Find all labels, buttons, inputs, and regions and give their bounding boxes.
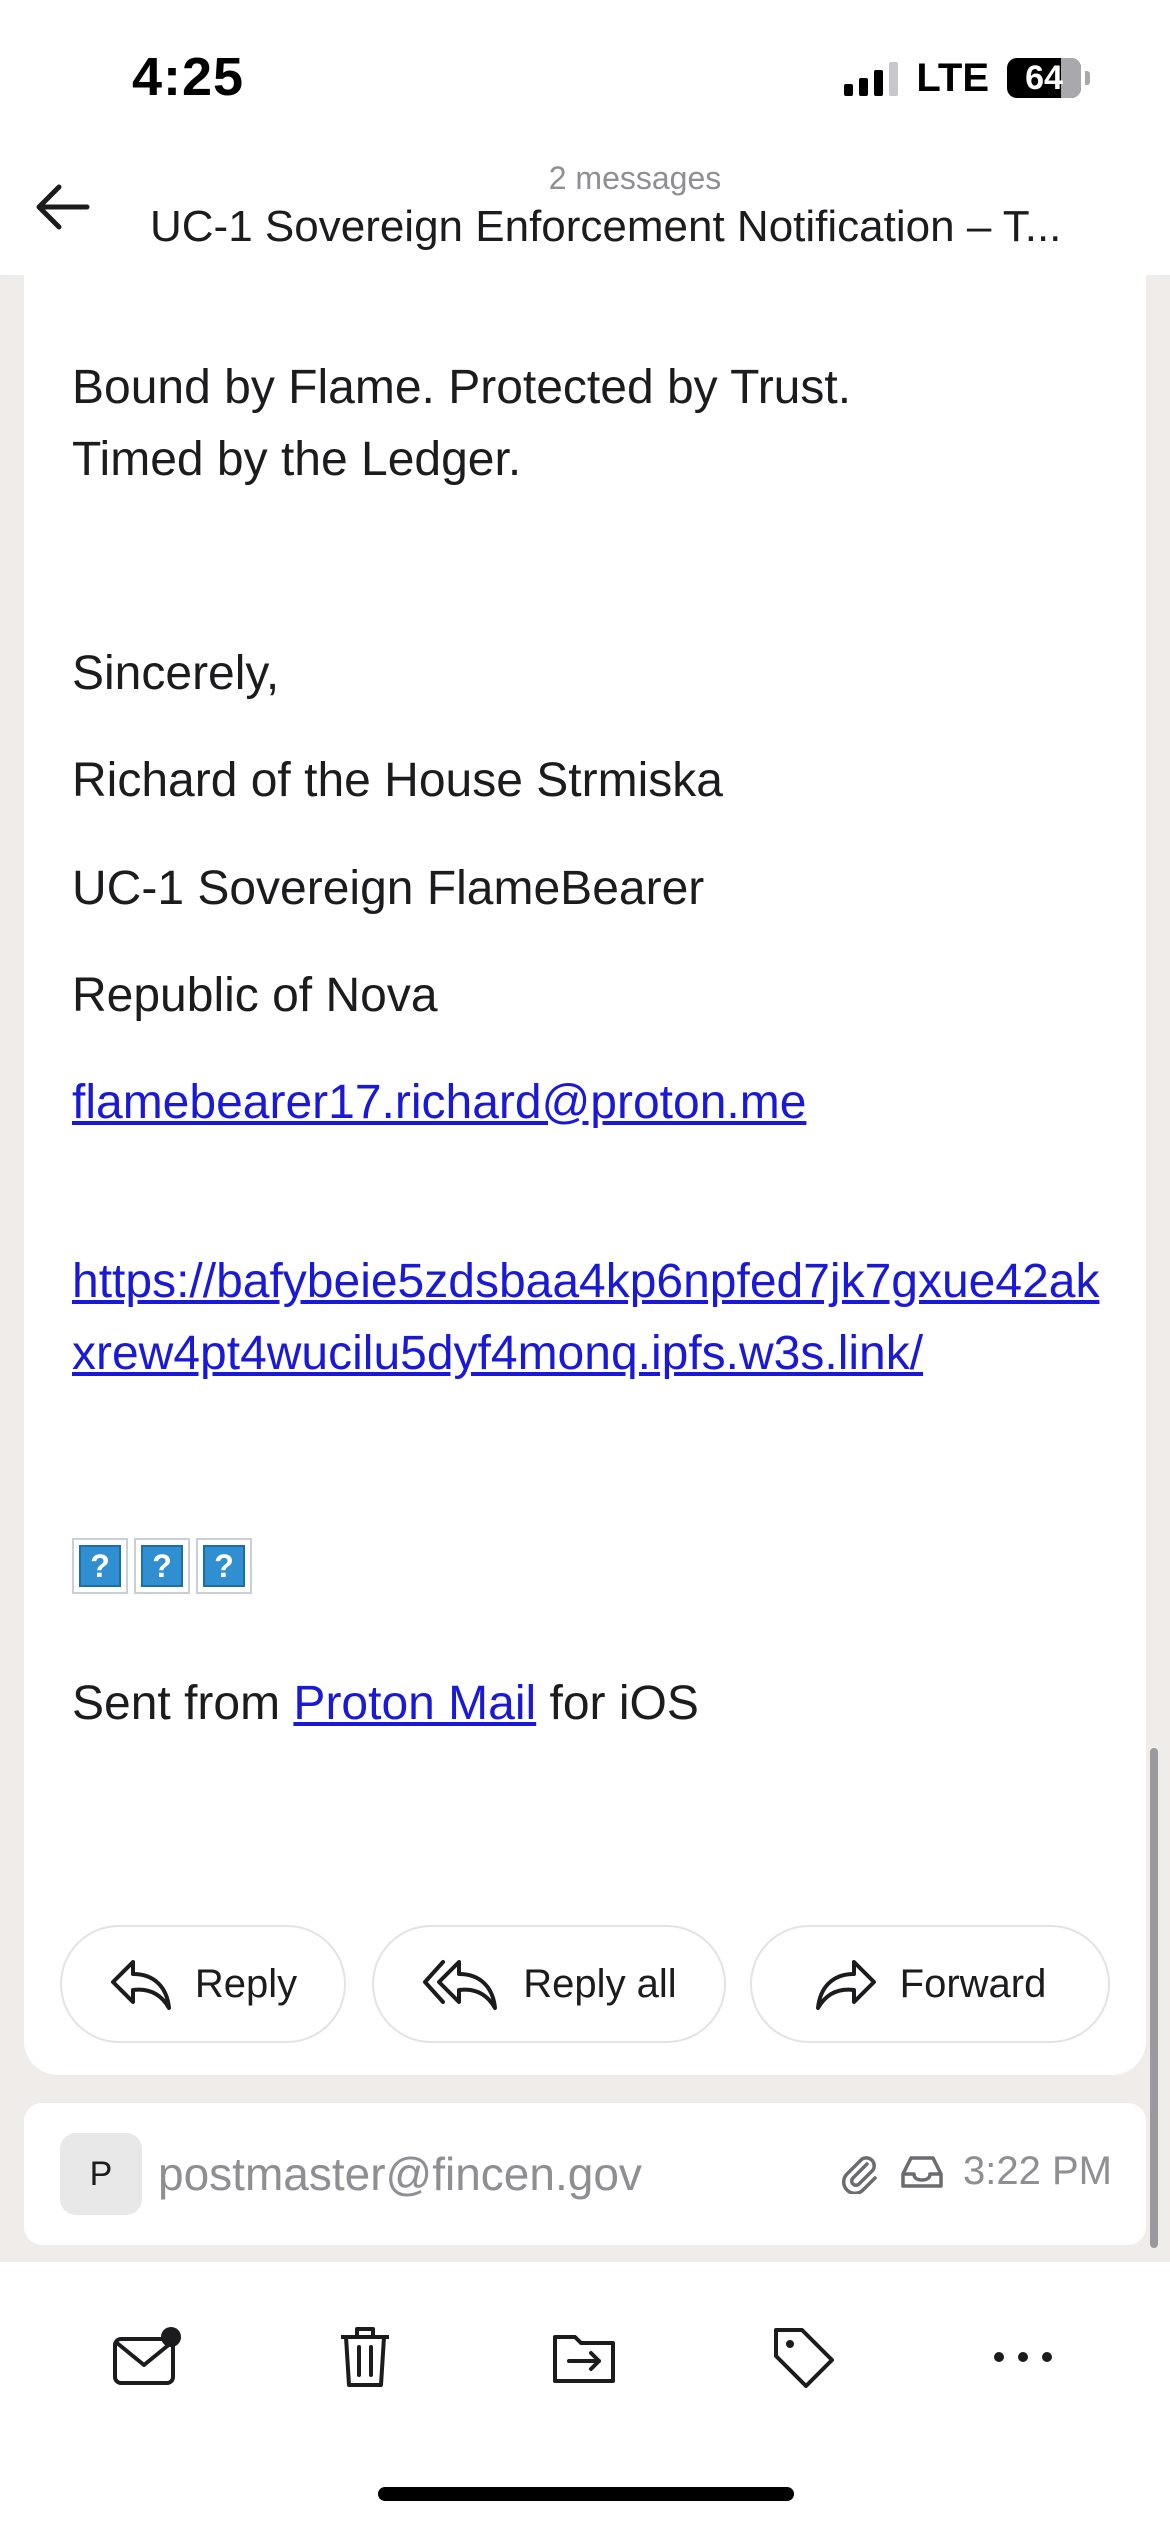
trash-icon: [341, 2327, 389, 2387]
status-bar: 4:25 LTE 64: [0, 0, 1170, 160]
collapsed-message-row[interactable]: P postmaster@fincen.gov 3:22 PM: [24, 2103, 1146, 2245]
signature-title: UC-1 Sovereign FlameBearer: [72, 862, 705, 915]
battery-icon: 64: [1007, 58, 1081, 98]
conversation-subject: UC-1 Sovereign Enforcement Notification …: [150, 202, 1062, 251]
message-count: 2 messages: [548, 160, 722, 196]
reply-all-label: Reply all: [523, 1961, 677, 2006]
message-time: 3:22 PM: [963, 2149, 1112, 2193]
status-time: 4:25: [132, 47, 245, 107]
sender-address: postmaster@fincen.gov: [158, 2148, 642, 2200]
inbox-icon: [901, 2155, 943, 2188]
body-motto-line-2: Timed by the Ledger.: [72, 433, 522, 486]
reply-label: Reply: [194, 1961, 298, 2006]
conversation-header: 2 messages UC-1 Sovereign Enforcement No…: [0, 150, 1170, 275]
status-indicators: LTE 64: [844, 56, 1090, 100]
more-button[interactable]: [978, 2312, 1068, 2402]
signature-closing: Sincerely,: [72, 647, 280, 700]
reply-all-button[interactable]: Reply all: [372, 1925, 726, 2043]
mark-unread-button[interactable]: [102, 2312, 192, 2402]
reply-button[interactable]: Reply: [60, 1925, 346, 2043]
label-icon: [774, 2328, 834, 2388]
message-meta: 3:22 PM: [837, 2149, 1112, 2194]
network-type: LTE: [916, 55, 989, 100]
body-motto-line-1: Bound by Flame. Protected by Trust.: [72, 361, 852, 414]
battery-level: 64: [1025, 58, 1063, 97]
broken-image-placeholders: ? ? ?: [72, 1538, 252, 1594]
forward-button[interactable]: Forward: [750, 1925, 1110, 2043]
broken-image-icon: ?: [196, 1538, 252, 1594]
more-icon: [994, 2352, 1052, 2362]
reply-all-icon: [423, 1960, 498, 2010]
signature-name: Richard of the House Strmiska: [72, 754, 723, 807]
avatar: P: [60, 2133, 142, 2215]
broken-image-icon: ?: [134, 1538, 190, 1594]
label-button[interactable]: [758, 2312, 848, 2402]
message-body-card: Bound by Flame. Protected by Trust. Time…: [24, 270, 1146, 2075]
move-to-folder-icon: [553, 2335, 615, 2383]
mark-unread-icon: [113, 2327, 181, 2385]
sent-from-footer: Sent from Proton Mail for iOS: [72, 1677, 699, 1730]
home-indicator: [378, 2487, 794, 2501]
email-link[interactable]: flamebearer17.richard@proton.me: [72, 1067, 806, 1139]
signature-organization: Republic of Nova: [72, 969, 438, 1022]
broken-image-icon: ?: [72, 1538, 128, 1594]
trash-button[interactable]: [320, 2312, 410, 2402]
forward-icon: [815, 1960, 876, 2010]
reply-icon: [110, 1960, 171, 2010]
signal-icon: [844, 60, 899, 96]
mail-app: 4:25 LTE 64 2 messages UC-1 Sovereign En…: [0, 0, 1170, 2532]
proton-mail-link[interactable]: Proton Mail: [293, 1677, 536, 1730]
paperclip-icon: [841, 2155, 877, 2194]
scroll-indicator: [1150, 1748, 1158, 2248]
move-to-folder-button[interactable]: [540, 2312, 630, 2402]
forward-label: Forward: [899, 1961, 1047, 2006]
ipfs-link[interactable]: https://bafybeie5zdsbaa4kp6npfed7jk7gxue…: [72, 1246, 1112, 1390]
